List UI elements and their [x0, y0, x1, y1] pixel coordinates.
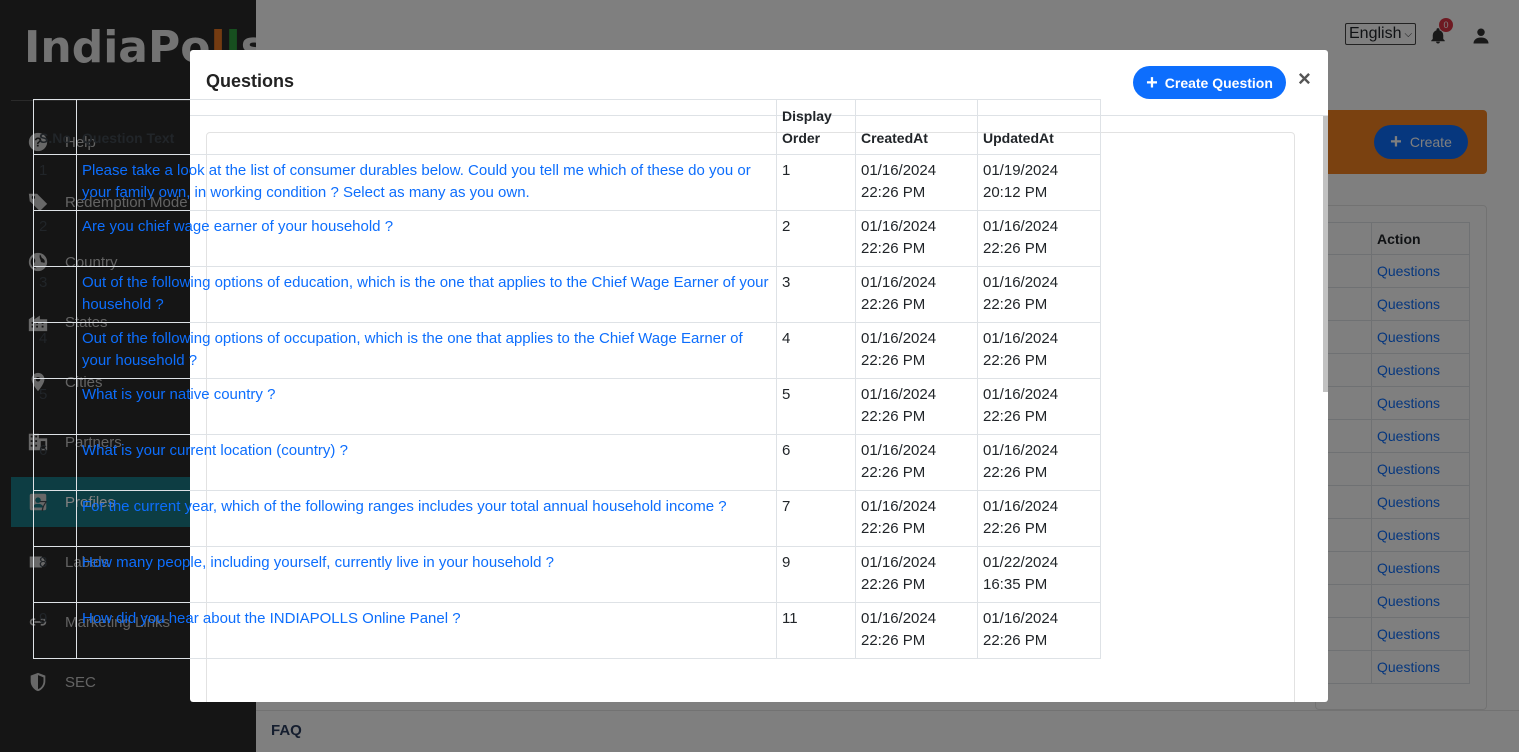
question-text-link[interactable]: How many people, including yourself, cur…	[76, 546, 777, 603]
question-text-link[interactable]: For the current year, which of the follo…	[76, 490, 777, 547]
cell-display-order: 2	[776, 210, 856, 267]
cell-sno: 5	[33, 378, 77, 435]
questions-table: S.No Question Text Display Order CreatedA…	[33, 99, 1101, 659]
question-text-link[interactable]: Please take a look at the list of consum…	[76, 154, 777, 211]
modal-title: Questions	[206, 71, 295, 91]
table-row: 4 Out of the following options of occupat…	[33, 322, 1101, 379]
cell-updated-at: 01/16/2024 22:26 PM	[977, 266, 1101, 323]
cell-created-at: 01/16/2024 22:26 PM	[855, 154, 978, 211]
cell-display-order: 9	[776, 546, 856, 603]
cell-sno: 1	[33, 154, 77, 211]
cell-updated-at: 01/16/2024 22:26 PM	[977, 322, 1101, 379]
cell-display-order: 5	[776, 378, 856, 435]
modal-scrollbar[interactable]	[1323, 116, 1328, 392]
cell-display-order: 6	[776, 434, 856, 491]
table-row: 8 How many people, including yourself, cu…	[33, 546, 1101, 603]
question-text-link[interactable]: How did you hear about the INDIAPOLLS On…	[76, 602, 777, 659]
table-row: 5 What is your native country ? 5 01/16/202…	[33, 378, 1101, 435]
cell-updated-at: 01/16/2024 22:26 PM	[977, 434, 1101, 491]
cell-sno: 3	[33, 266, 77, 323]
table-row: 6 What is your current location (country)…	[33, 434, 1101, 491]
cell-created-at: 01/16/2024 22:26 PM	[855, 210, 978, 267]
question-text-link[interactable]: Out of the following options of educatio…	[76, 266, 777, 323]
cell-display-order: 7	[776, 490, 856, 547]
cell-updated-at: 01/16/2024 22:26 PM	[977, 490, 1101, 547]
column-header-updated-at: UpdatedAt	[977, 99, 1101, 155]
cell-updated-at: 01/16/2024 22:26 PM	[977, 210, 1101, 267]
question-text-link[interactable]: What is your current location (country) …	[76, 434, 777, 491]
cell-created-at: 01/16/2024 22:26 PM	[855, 378, 978, 435]
column-header-display-order: Display Order	[776, 99, 856, 155]
question-text-link[interactable]: Out of the following options of occupati…	[76, 322, 777, 379]
cell-display-order: 4	[776, 322, 856, 379]
table-row: 3 Out of the following options of educati…	[33, 266, 1101, 323]
cell-updated-at: 01/16/2024 22:26 PM	[977, 378, 1101, 435]
cell-created-at: 01/16/2024 22:26 PM	[855, 490, 978, 547]
cell-sno: 7	[33, 490, 77, 547]
table-row: 7 For the current year, which of the foll…	[33, 490, 1101, 547]
cell-sno: 8	[33, 546, 77, 603]
plus-icon: +	[1146, 71, 1158, 94]
question-text-link[interactable]: What is your native country ?	[76, 378, 777, 435]
cell-created-at: 01/16/2024 22:26 PM	[855, 322, 978, 379]
column-header-sno: S.No	[33, 99, 77, 155]
cell-updated-at: 01/16/2024 22:26 PM	[977, 602, 1101, 659]
cell-sno: 2	[33, 210, 77, 267]
table-row: 9 How did you hear about the INDIAPOLLS O…	[33, 602, 1101, 659]
table-row: 1 Please take a look at the list of consu…	[33, 154, 1101, 211]
question-text-link[interactable]: Are you chief wage earner of your househ…	[76, 210, 777, 267]
cell-created-at: 01/16/2024 22:26 PM	[855, 546, 978, 603]
cell-updated-at: 01/19/2024 20:12 PM	[977, 154, 1101, 211]
close-icon[interactable]: ×	[1298, 66, 1311, 92]
create-question-button[interactable]: + Create Question	[1133, 66, 1286, 99]
column-header-created-at: CreatedAt	[855, 99, 978, 155]
cell-sno: 4	[33, 322, 77, 379]
cell-display-order: 11	[776, 602, 856, 659]
cell-sno: 9	[33, 602, 77, 659]
cell-sno: 6	[33, 434, 77, 491]
cell-updated-at: 01/22/2024 16:35 PM	[977, 546, 1101, 603]
cell-created-at: 01/16/2024 22:26 PM	[855, 602, 978, 659]
cell-created-at: 01/16/2024 22:26 PM	[855, 434, 978, 491]
cell-created-at: 01/16/2024 22:26 PM	[855, 266, 978, 323]
table-row: 2 Are you chief wage earner of your house…	[33, 210, 1101, 267]
cell-display-order: 1	[776, 154, 856, 211]
column-header-question-text: Question Text	[76, 99, 777, 155]
cell-display-order: 3	[776, 266, 856, 323]
